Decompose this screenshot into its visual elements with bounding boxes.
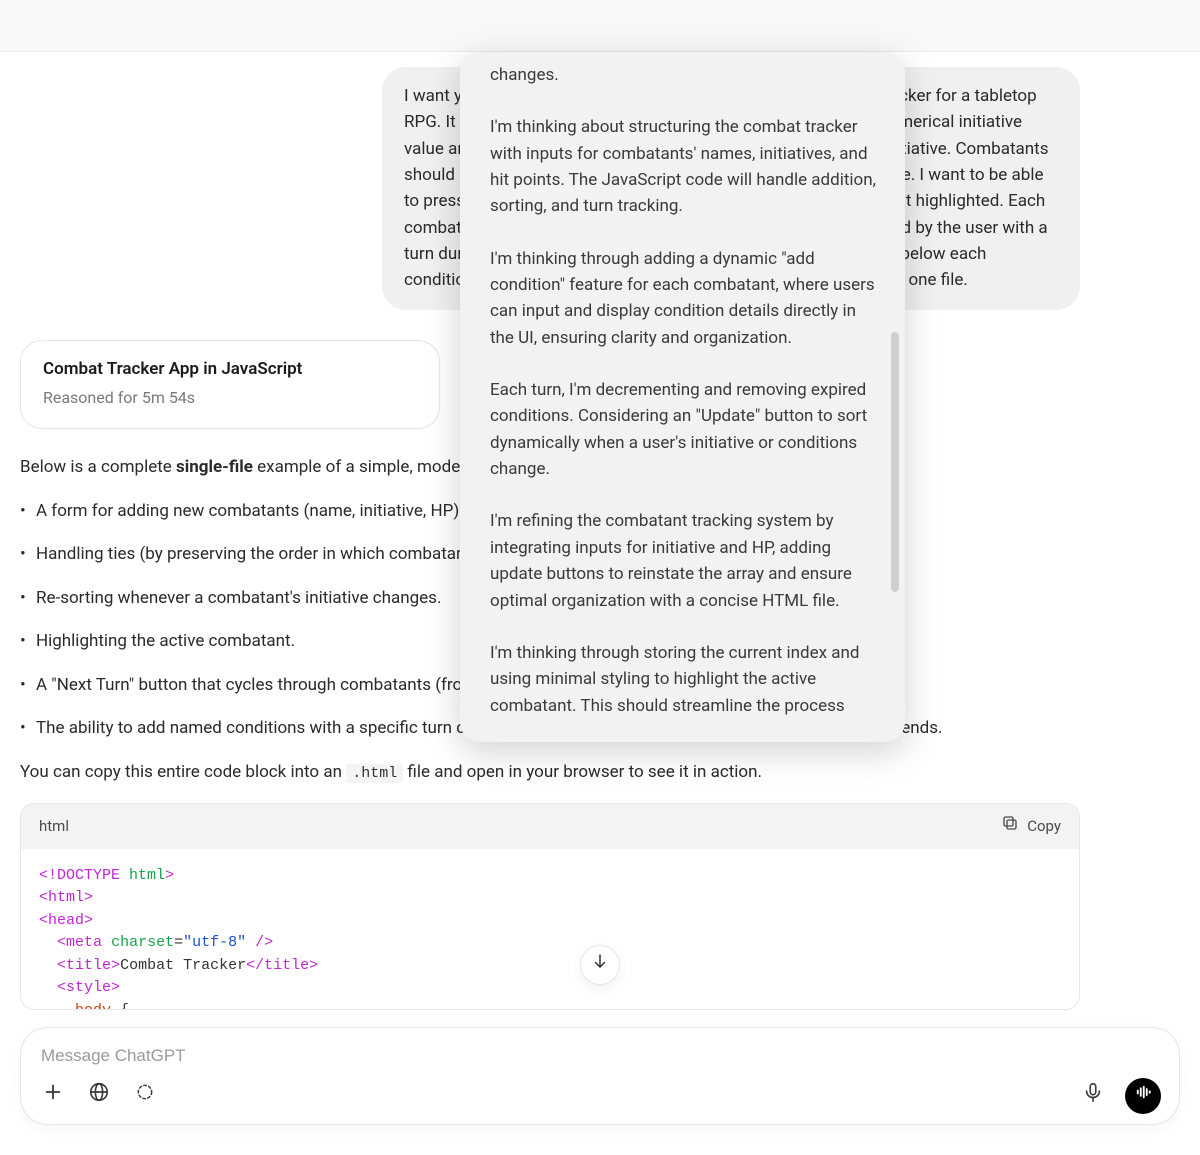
copy-icon [1001, 814, 1019, 839]
reasoning-para: I'm refining the combatant tracking syst… [490, 508, 879, 613]
arrow-down-icon [591, 952, 609, 979]
code-body[interactable]: <!DOCTYPE html> <html> <head> <meta char… [21, 849, 1079, 1009]
copy-label: Copy [1027, 815, 1061, 838]
microphone-icon [1082, 1081, 1104, 1112]
code-language-label: html [39, 815, 69, 838]
copy-button[interactable]: Copy [1001, 814, 1061, 839]
composer-toolbar [39, 1078, 1161, 1114]
voice-mode-button[interactable] [1125, 1078, 1161, 1114]
scrollbar-thumb[interactable] [891, 332, 899, 592]
scrollbar-track[interactable] [891, 62, 899, 732]
reasoning-duration: Reasoned for 5m 54s [43, 386, 417, 410]
reasoning-tooltip-panel[interactable]: changes. I'm thinking about structuring … [460, 52, 905, 742]
reasoning-summary-card[interactable]: Combat Tracker App in JavaScript Reasone… [20, 340, 440, 430]
dotted-circle-icon [135, 1082, 155, 1111]
code-block: html Copy <!DOCTYPE html> <html> <head> … [20, 803, 1080, 1010]
top-bar [0, 0, 1200, 52]
code-header: html Copy [21, 804, 1079, 849]
scroll-to-bottom-button[interactable] [580, 945, 620, 985]
web-button[interactable] [85, 1082, 113, 1110]
reasoning-para: Each turn, I'm decrementing and removing… [490, 377, 879, 482]
reasoning-content: changes. I'm thinking about structuring … [490, 62, 879, 719]
waveform-icon [1134, 1083, 1152, 1110]
reasoning-para: I'm thinking through storing the current… [490, 640, 879, 719]
attach-button[interactable] [39, 1082, 67, 1110]
message-input[interactable] [39, 1042, 1161, 1070]
reasoning-para: I'm thinking about structuring the comba… [490, 114, 879, 219]
answer-post: You can copy this entire code block into… [20, 760, 1080, 786]
composer-right-icons [1079, 1078, 1161, 1114]
globe-icon [88, 1081, 110, 1112]
composer-left-icons [39, 1082, 159, 1110]
mic-button[interactable] [1079, 1082, 1107, 1110]
reasoning-para: I'm thinking through adding a dynamic "a… [490, 246, 879, 351]
tools-button[interactable] [131, 1082, 159, 1110]
chat-canvas: I want you to write me a simple web app … [0, 52, 1200, 1155]
file-ext: .html [346, 764, 403, 783]
reasoning-title: Combat Tracker App in JavaScript [43, 357, 417, 383]
plus-icon [42, 1081, 64, 1112]
composer[interactable] [20, 1027, 1180, 1125]
reasoning-para: changes. [490, 62, 879, 88]
composer-wrap [20, 1027, 1180, 1125]
